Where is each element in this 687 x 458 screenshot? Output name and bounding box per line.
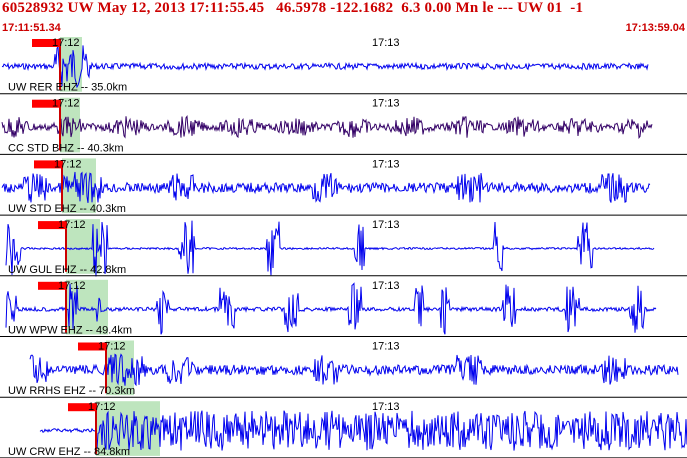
time-tick-label: 17:13: [372, 219, 400, 231]
time-tick-label: 17:12: [88, 401, 116, 413]
time-tick-label: 17:13: [372, 401, 400, 413]
time-tick-label: 17:12: [98, 341, 126, 353]
time-tick-label: 17:13: [372, 98, 400, 110]
trace-row: 17:12 17:13 UW RER EHZ -- 35.0km: [0, 37, 687, 95]
time-tick-label: 17:13: [372, 341, 400, 353]
channel-label: UW STD EHZ -- 40.3km: [8, 203, 126, 215]
trace-row: 17:12 17:13 CC STD BHZ -- 40.3km: [0, 97, 687, 155]
seismogram-panel: 17:12 17:13 UW RER EHZ -- 35.0km 17:12 17:13…: [0, 37, 687, 458]
channel-label: UW CRW EHZ -- 84.8km: [8, 446, 130, 458]
trace-row: 17:12 17:13 UW WPW EHZ -- 49.4km: [0, 279, 687, 337]
time-tick-label: 17:12: [58, 219, 86, 231]
waveform: [1, 171, 651, 203]
time-tick-label: 17:12: [58, 280, 86, 292]
time-tick-label: 17:13: [372, 158, 400, 170]
channel-label: UW RRHS EHZ -- 70.3km: [8, 385, 135, 397]
time-tick-label: 17:12: [54, 158, 82, 170]
event-header-title: 60528932 UW May 12, 2013 17:11:55.45 46.…: [2, 0, 584, 16]
channel-label: CC STD BHZ -- 40.3km: [8, 142, 124, 154]
trace-row: 17:12 17:13 UW GUL EHZ -- 42.8km: [0, 219, 687, 277]
waveform: [1, 114, 653, 140]
trace-row: 17:12 17:13 UW RRHS EHZ -- 70.3km: [0, 340, 687, 398]
channel-label: UW GUL EHZ -- 42.8km: [8, 264, 126, 276]
time-tick-label: 17:13: [372, 37, 400, 49]
trace-row: 17:12 17:13 UW CRW EHZ -- 84.8km: [0, 401, 687, 458]
channel-label: UW WPW EHZ -- 49.4km: [8, 325, 132, 337]
time-tick-label: 17:13: [372, 280, 400, 292]
time-tick-label: 17:12: [52, 98, 80, 110]
trace-row: 17:12 17:13 UW STD EHZ -- 40.3km: [0, 158, 687, 216]
channel-label: UW RER EHZ -- 35.0km: [8, 82, 127, 94]
time-tick-label: 17:12: [52, 37, 80, 49]
